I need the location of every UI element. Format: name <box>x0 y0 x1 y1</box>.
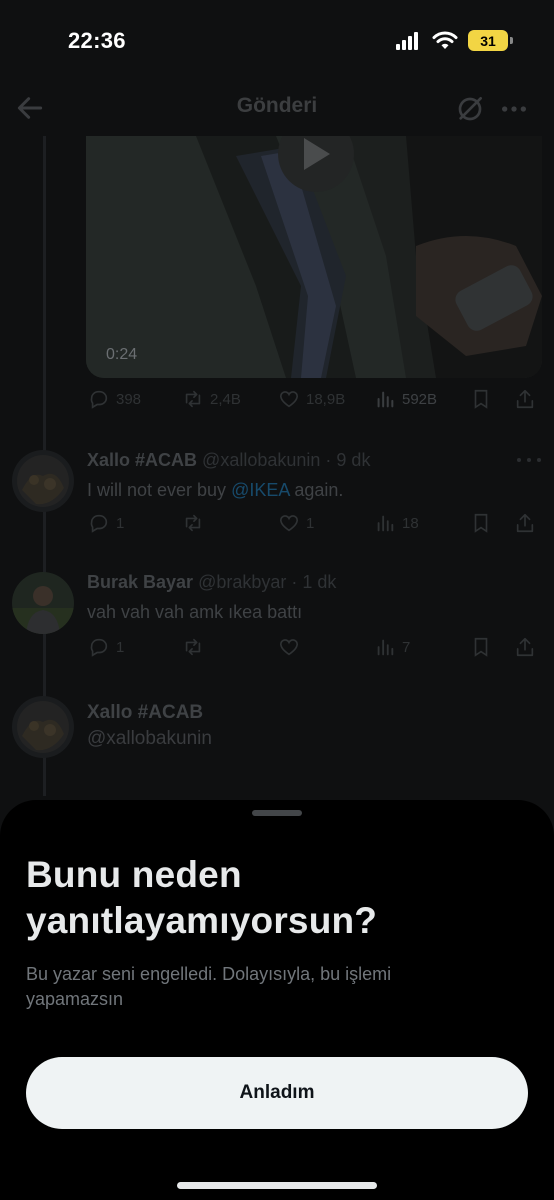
reply-icon <box>90 514 108 533</box>
author-name: Burak Bayar <box>87 572 194 592</box>
bottom-sheet: Bunu neden yanıtlayamıyorsun? Bu yazar s… <box>0 800 554 1200</box>
bookmark-icon[interactable] <box>470 388 492 410</box>
status-time: 22:36 <box>68 28 126 53</box>
reply-header: Xallo #ACAB @xallobakunin · 9 dk <box>87 450 370 471</box>
heart-icon <box>279 515 299 532</box>
repost-button[interactable]: 2,4B <box>182 388 241 410</box>
reply-text-part: I will not ever buy <box>87 480 232 500</box>
bookmark-icon[interactable] <box>470 636 492 658</box>
sheet-body: Bu yazar seni engelledi. Dolayısıyla, bu… <box>26 964 392 1009</box>
wifi-icon <box>432 31 458 49</box>
views-icon <box>377 391 394 408</box>
views-count: 7 <box>402 638 411 656</box>
top-nav: Gönderi <box>0 80 554 136</box>
author-handle: @xallobakunin <box>202 450 321 470</box>
sheet-grabber[interactable] <box>252 810 302 816</box>
avatar <box>12 696 74 758</box>
views-count: 592B <box>402 390 438 408</box>
share-icon[interactable] <box>514 636 536 658</box>
grok-icon[interactable] <box>454 93 486 125</box>
more-icon[interactable] <box>498 93 530 125</box>
repost-icon <box>185 390 201 408</box>
reply-header: Burak Bayar @brakbyar · 1 dk <box>87 572 336 593</box>
author-name: Xallo #ACAB <box>87 702 204 723</box>
avatar[interactable] <box>12 450 74 512</box>
reply-button[interactable]: 1 <box>88 512 124 534</box>
heart-icon <box>279 391 299 408</box>
bookmark-icon[interactable] <box>470 512 492 534</box>
reply-count: 1 <box>116 638 125 656</box>
reply-button[interactable]: 1 <box>88 636 124 658</box>
repost-icon[interactable] <box>182 636 204 658</box>
author-handle: @xallobakunin <box>87 728 212 749</box>
views-button[interactable]: 18 <box>374 512 419 534</box>
timestamp: · 1 dk <box>291 572 337 592</box>
reply-button[interactable]: 398 <box>88 388 141 410</box>
mention-link[interactable]: @IKEA <box>231 480 289 500</box>
more-icon[interactable] <box>514 454 544 466</box>
author-name: Xallo #ACAB <box>87 450 198 470</box>
reply-count: 1 <box>116 514 125 532</box>
views-button[interactable]: 7 <box>374 636 410 658</box>
video-duration: 0:24 <box>106 346 138 363</box>
like-count: 18,9B <box>306 390 346 408</box>
views-icon <box>377 515 394 532</box>
video-frame <box>86 136 542 378</box>
heart-icon[interactable] <box>278 636 300 658</box>
share-icon[interactable] <box>514 512 536 534</box>
like-count: 1 <box>306 514 315 532</box>
reply-text-part: again. <box>289 480 344 500</box>
main-post-actions: 398 2,4B 18,9B 592B <box>86 388 542 418</box>
views-icon <box>377 639 394 656</box>
reply-icon <box>90 390 108 409</box>
reply-count: 398 <box>116 390 142 408</box>
views-button[interactable]: 592B <box>374 388 437 410</box>
like-button[interactable]: 1 <box>278 512 314 534</box>
status-bar: 22:36 31 <box>0 0 554 80</box>
timestamp: · 9 dk <box>325 450 371 470</box>
battery-icon: 31 <box>468 30 513 51</box>
reply-text: vah vah vah amk ıkea battı <box>87 602 303 622</box>
repost-icon[interactable] <box>182 512 204 534</box>
avatar[interactable] <box>12 572 74 634</box>
cellular-signal-icon <box>396 31 418 50</box>
like-button[interactable]: 18,9B <box>278 388 345 410</box>
video-player[interactable]: 0:24 <box>86 136 542 378</box>
got-it-button[interactable]: Anladım <box>26 1057 528 1129</box>
sheet-title: Bunu neden yanıtlayamıyorsun? <box>26 854 378 941</box>
share-icon[interactable] <box>514 388 536 410</box>
reply-icon <box>90 638 108 657</box>
repost-count: 2,4B <box>210 390 241 408</box>
home-indicator <box>177 1182 377 1189</box>
status-icons: 31 <box>396 30 513 51</box>
reply-actions: 1 1 18 <box>86 512 542 542</box>
views-count: 18 <box>402 514 419 532</box>
reply-text: I will not ever buy @IKEA again. <box>87 480 343 501</box>
author-handle: @brakbyar <box>198 572 287 592</box>
reply-actions: 1 7 <box>86 636 542 666</box>
